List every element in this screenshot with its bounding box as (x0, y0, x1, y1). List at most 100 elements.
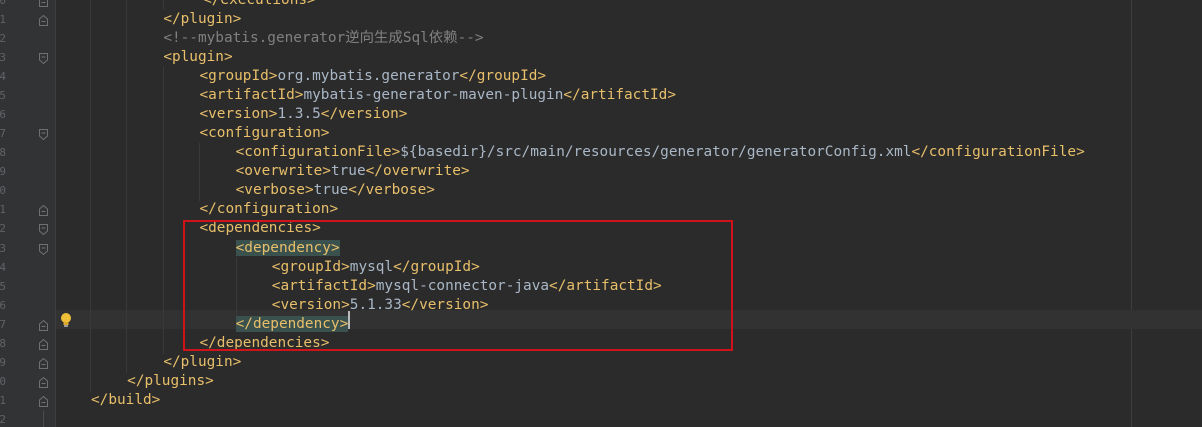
line-number: 4 (0, 260, 6, 274)
xml-text-value: ${basedir}/src/main/resources/generator/… (400, 144, 912, 161)
xml-text-value: mybatis-generator-maven-plugin (303, 87, 564, 104)
fold-guide-line (43, 409, 44, 427)
code-line[interactable]: <configurationFile>${basedir}/src/main/r… (236, 143, 1085, 162)
xml-tag-bracket: </ (127, 372, 145, 389)
code-line[interactable]: <plugin> (163, 48, 232, 67)
xml-tag-name: configuration (216, 201, 330, 218)
xml-tag-bracket: </ (203, 0, 221, 8)
line-number: 9 (0, 165, 6, 179)
fold-marker-icon[interactable] (39, 223, 48, 236)
fold-marker-icon[interactable] (39, 319, 48, 331)
line-number: 7 (0, 317, 6, 331)
xml-tag-name: groupId (208, 68, 269, 85)
xml-tag-bracket: </ (91, 391, 109, 408)
code-line[interactable]: </plugin> (163, 10, 241, 29)
fold-marker-icon[interactable] (39, 14, 48, 27)
xml-tag-name: artifactId (580, 87, 668, 104)
xml-tag-bracket: < (199, 68, 209, 85)
xml-tag-bracket: > (151, 391, 161, 408)
right-margin-guide (1131, 0, 1132, 427)
xml-tag-name: verbose (365, 182, 427, 199)
xml-tag-bracket: </ (563, 87, 581, 104)
line-number: 1 (0, 203, 6, 217)
fold-marker-icon[interactable] (39, 52, 48, 65)
line-number: 3 (0, 51, 6, 65)
lightbulb-icon[interactable] (58, 311, 74, 329)
xml-tag-bracket: > (223, 49, 233, 66)
xml-tag-name: overwrite (382, 163, 461, 180)
code-line[interactable]: <overwrite>true</overwrite> (236, 162, 470, 181)
xml-tag-bracket: < (235, 182, 245, 199)
xml-tag-bracket: </ (163, 353, 181, 370)
xml-tag-bracket: < (199, 125, 209, 142)
xml-text-value: true (313, 182, 349, 199)
line-number: 6 (0, 108, 6, 122)
indent-guide (163, 67, 164, 354)
code-line[interactable]: </build> (91, 391, 160, 410)
line-number: 3 (0, 241, 6, 255)
code-line[interactable]: <version>1.3.5</version> (199, 105, 407, 124)
xml-tag-bracket: </ (163, 11, 181, 28)
line-number: 1 (0, 393, 6, 407)
code-line[interactable]: <!--mybatis.generator逆向生成Sql依赖--> (163, 29, 483, 48)
code-line[interactable]: <artifactId>mybatis-generator-maven-plug… (199, 86, 676, 105)
xml-text-value: 1.3.5 (277, 106, 321, 123)
indent-guide (90, 0, 91, 392)
xml-tag-bracket: > (667, 87, 677, 104)
code-line[interactable]: </plugins> (127, 372, 214, 391)
line-number: 0 (0, 184, 6, 198)
code-line[interactable]: <configuration> (199, 124, 329, 143)
line-number: 8 (0, 336, 6, 350)
xml-tag-bracket: > (322, 163, 331, 180)
xml-tag-bracket: > (232, 11, 242, 28)
line-number: 0 (0, 0, 6, 7)
code-line[interactable]: <groupId>org.mybatis.generator</groupId> (199, 67, 546, 86)
xml-tag-bracket: </ (199, 201, 217, 218)
line-number: 1 (0, 13, 6, 27)
annotation-highlight-box (183, 220, 733, 351)
indent-guide (163, 0, 164, 10)
xml-tag-name: plugin (171, 49, 224, 66)
code-line[interactable]: </configuration> (199, 200, 338, 219)
xml-tag-bracket: </ (365, 163, 383, 180)
fold-marker-icon[interactable] (39, 338, 48, 350)
fold-marker-icon[interactable] (39, 0, 48, 7)
xml-tag-bracket: > (426, 182, 435, 199)
xml-tag-bracket: > (307, 0, 316, 8)
xml-tag-bracket: > (460, 163, 470, 180)
line-number: 4 (0, 70, 6, 84)
xml-tag-name: version (208, 106, 269, 123)
line-number: 7 (0, 127, 6, 141)
line-number: 2 (0, 222, 6, 236)
xml-tag-bracket: > (398, 106, 408, 123)
code-line[interactable]: </plugin> (163, 353, 241, 372)
line-number: 2 (0, 32, 6, 46)
line-number: 2 (0, 412, 6, 426)
line-number: 9 (0, 355, 6, 369)
code-line[interactable]: </executions> (203, 0, 316, 10)
xml-tag-name: plugin (180, 11, 233, 28)
xml-tag-name: build (108, 391, 152, 408)
xml-text-value: true (330, 163, 366, 180)
xml-tag-name: overwrite (244, 163, 323, 180)
code-line[interactable]: <verbose>true</verbose> (236, 181, 435, 200)
xml-tag-bracket: > (205, 372, 214, 389)
indent-guide (126, 0, 127, 373)
code-editor[interactable]: 01234567890123456789012 </executions> </p… (0, 0, 1202, 427)
fold-marker-icon[interactable] (39, 357, 48, 369)
fold-marker-icon[interactable] (39, 395, 48, 407)
xml-tag-name: version (338, 106, 399, 123)
fold-marker-icon[interactable] (39, 376, 48, 388)
fold-marker-icon[interactable] (39, 128, 48, 141)
fold-marker-icon[interactable] (39, 204, 48, 217)
xml-text-value: org.mybatis.generator (277, 68, 460, 85)
fold-marker-icon[interactable] (39, 243, 48, 255)
xml-tag-bracket: < (163, 49, 172, 66)
gutter-separator (55, 0, 56, 427)
xml-tag-bracket: </ (459, 68, 477, 85)
xml-tag-bracket: > (232, 353, 242, 370)
xml-tag-name: artifactId (208, 87, 295, 104)
xml-comment: <!--mybatis.generator逆向生成Sql依赖--> (163, 30, 484, 47)
xml-tag-bracket: > (391, 144, 401, 161)
xml-tag-bracket: < (199, 87, 209, 104)
